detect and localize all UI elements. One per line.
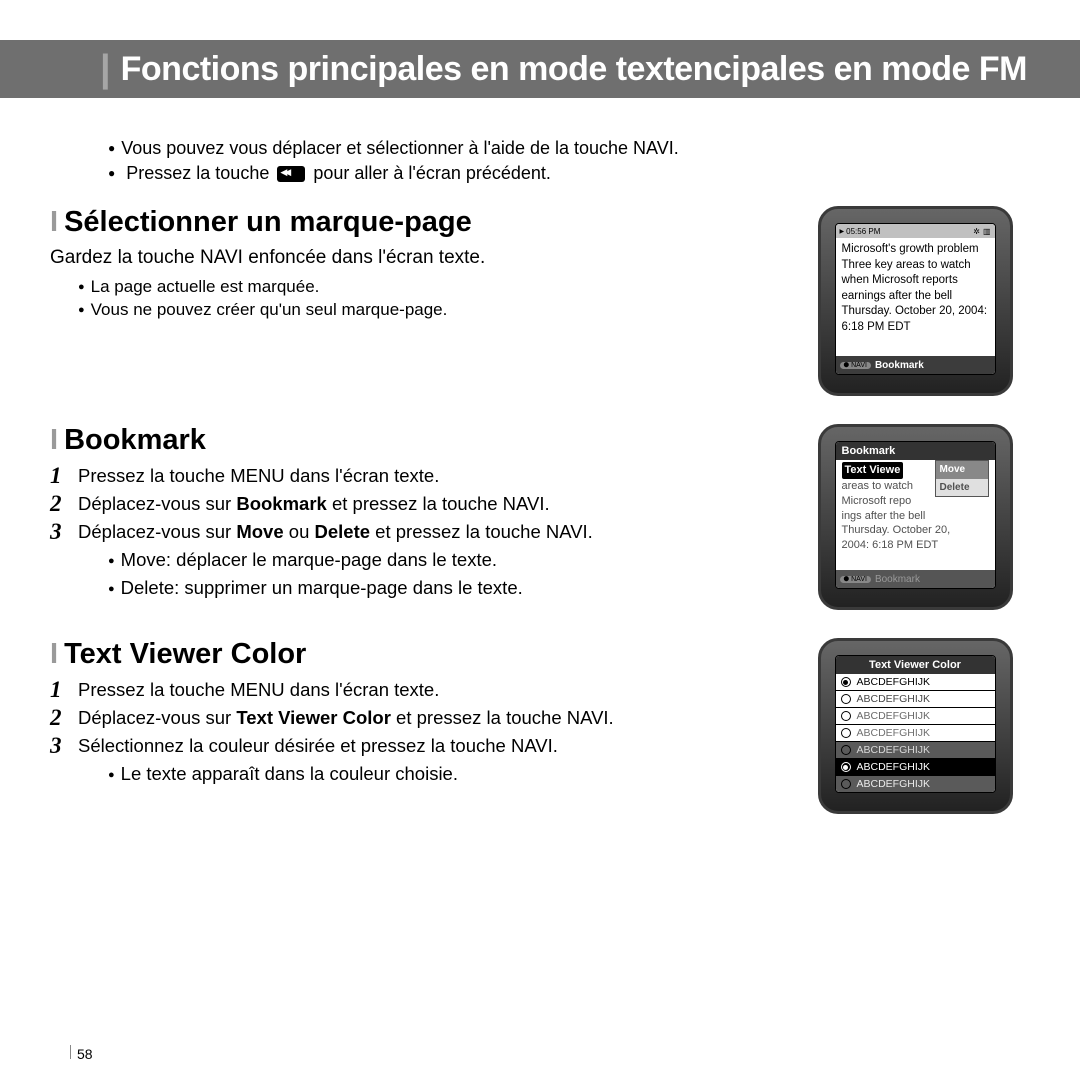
steps-color: 1Pressez la touche MENU dans l'écran tex… bbox=[50, 679, 755, 785]
color-option: ABCDEFGHIJK bbox=[836, 775, 995, 792]
section-bookmark: IBookmark 1Pressez la touche MENU dans l… bbox=[50, 424, 1040, 610]
device3-header: Text Viewer Color bbox=[836, 656, 995, 674]
color-option: ABCDEFGHIJK bbox=[836, 741, 995, 758]
device-screenshot-1: 05:56 PM ✲ ▥ Microsoft's growth problem … bbox=[818, 206, 1013, 396]
radio-icon bbox=[841, 762, 851, 772]
device2-popup: Move Delete bbox=[935, 460, 989, 497]
step: 2 Déplacez-vous sur Text Viewer Color et… bbox=[50, 707, 755, 729]
device-screenshot-3: Text Viewer Color ABCDEFGHIJK ABCDEFGHIJ… bbox=[818, 638, 1013, 814]
page-number: 58 bbox=[70, 1045, 93, 1062]
color-option: ABCDEFGHIJK bbox=[836, 690, 995, 707]
bullets-selectionner: La page actuelle est marquée. Vous ne po… bbox=[50, 277, 755, 320]
step: 2 Déplacez-vous sur Bookmark et pressez … bbox=[50, 493, 755, 515]
navi-pill: NAVI bbox=[840, 576, 871, 583]
device2-selected-row: Text Viewe bbox=[842, 462, 904, 479]
rewind-icon bbox=[277, 166, 305, 182]
steps-bookmark: 1Pressez la touche MENU dans l'écran tex… bbox=[50, 465, 755, 599]
intro-block: Vous pouvez vous déplacer et sélectionne… bbox=[108, 138, 1040, 184]
color-list: ABCDEFGHIJK ABCDEFGHIJK ABCDEFGHIJK ABCD… bbox=[836, 674, 995, 792]
radio-icon bbox=[841, 745, 851, 755]
heading-selectionner: ISélectionner un marque-page bbox=[50, 206, 755, 239]
section-selectionner: ISélectionner un marque-page Gardez la t… bbox=[50, 206, 1040, 396]
radio-icon bbox=[841, 711, 851, 721]
bullet: Delete: supprimer un marque-page dans le… bbox=[80, 577, 755, 599]
sub-selectionner: Gardez la touche NAVI enfoncée dans l'éc… bbox=[50, 247, 755, 269]
manual-page: | Fonctions principales en mode textenci… bbox=[0, 0, 1080, 1080]
radio-icon bbox=[841, 779, 851, 789]
page-title-bar: | Fonctions principales en mode textenci… bbox=[0, 40, 1080, 98]
heading-bookmark: IBookmark bbox=[50, 424, 755, 457]
device-footer: NAVI Bookmark bbox=[836, 356, 995, 374]
bullet: La page actuelle est marquée. bbox=[78, 277, 755, 297]
popup-delete: Delete bbox=[936, 479, 988, 497]
section-text-viewer-color: IText Viewer Color 1Pressez la touche ME… bbox=[50, 638, 1040, 814]
color-option: ABCDEFGHIJK bbox=[836, 707, 995, 724]
bullet: Le texte apparaît dans la couleur choisi… bbox=[80, 763, 755, 785]
step: 1Pressez la touche MENU dans l'écran tex… bbox=[50, 465, 755, 487]
step: 3Sélectionnez la couleur désirée et pres… bbox=[50, 735, 755, 785]
device-text-body: Microsoft's growth problem Three key are… bbox=[836, 238, 995, 356]
radio-icon bbox=[841, 694, 851, 704]
device-screenshot-2: Bookmark Text Viewe Move Delete areas to… bbox=[818, 424, 1013, 610]
intro-line-2: Pressez la touche pour aller à l'écran p… bbox=[108, 163, 1040, 184]
intro-line-1: Vous pouvez vous déplacer et sélectionne… bbox=[108, 138, 1040, 159]
heading-text-viewer-color: IText Viewer Color bbox=[50, 638, 755, 671]
color-option: ABCDEFGHIJK bbox=[836, 758, 995, 775]
bullet: Vous ne pouvez créer qu'un seul marque-p… bbox=[78, 300, 755, 320]
radio-icon bbox=[841, 728, 851, 738]
step: 3 Déplacez-vous sur Move ou Delete et pr… bbox=[50, 521, 755, 599]
radio-icon bbox=[841, 677, 851, 687]
device2-header: Bookmark bbox=[836, 442, 995, 460]
battery-icon: ▥ bbox=[983, 227, 991, 236]
page-title: Fonctions principales en mode textencipa… bbox=[121, 50, 1027, 89]
popup-move: Move bbox=[936, 461, 988, 479]
device2-footer: NAVI Bookmark bbox=[836, 570, 995, 588]
device2-body: Text Viewe Move Delete areas to watch Mi… bbox=[836, 460, 995, 570]
bullet: Move: déplacer le marque-page dans le te… bbox=[80, 549, 755, 571]
navi-pill: NAVI bbox=[840, 362, 871, 369]
color-option: ABCDEFGHIJK bbox=[836, 724, 995, 741]
status-time: 05:56 PM bbox=[840, 227, 881, 236]
device-status-bar: 05:56 PM ✲ ▥ bbox=[836, 224, 995, 238]
gear-icon: ✲ bbox=[973, 227, 980, 236]
title-pipe: | bbox=[100, 48, 111, 91]
color-option: ABCDEFGHIJK bbox=[836, 674, 995, 690]
step: 1Pressez la touche MENU dans l'écran tex… bbox=[50, 679, 755, 701]
